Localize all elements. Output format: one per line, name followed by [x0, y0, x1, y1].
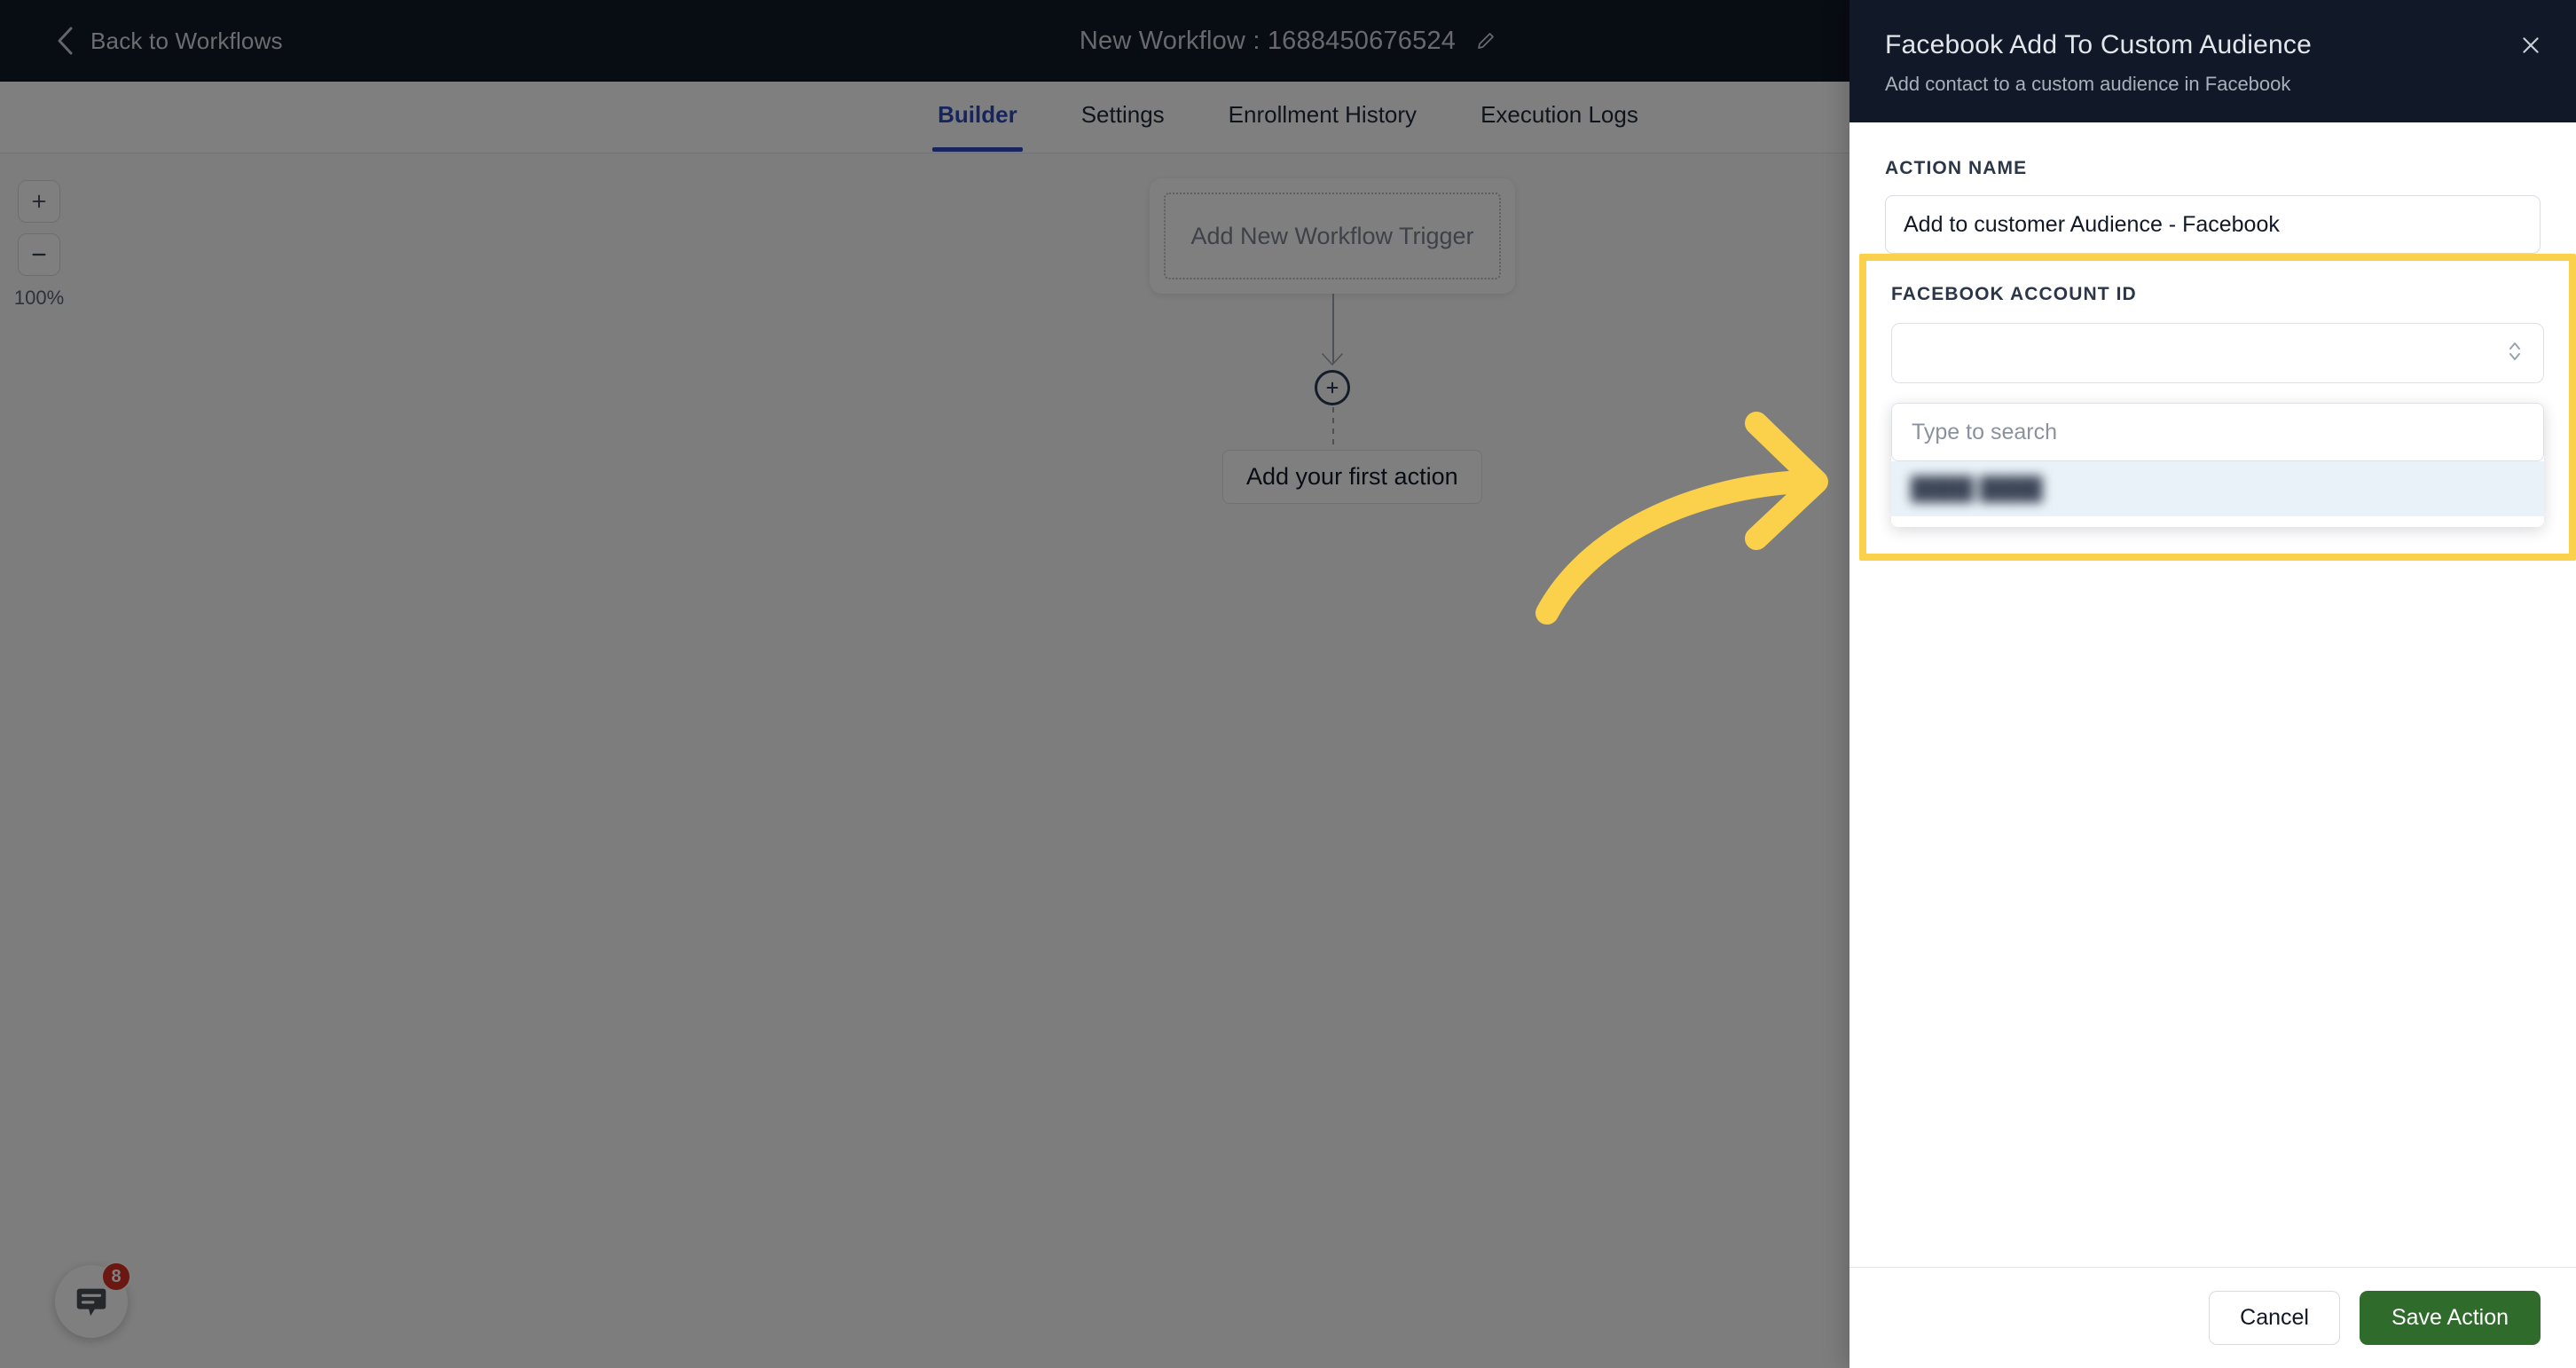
plus-circle-icon[interactable] — [1315, 370, 1350, 405]
panel-footer: Cancel Save Action — [1850, 1267, 2576, 1368]
zoom-controls: 100% — [12, 180, 66, 310]
zoom-out-button[interactable] — [18, 233, 60, 276]
tab-enrollment-history-label: Enrollment History — [1228, 101, 1418, 128]
zoom-level-label: 100% — [13, 287, 65, 309]
panel-title: Facebook Add To Custom Audience — [1885, 30, 2312, 59]
chat-widget-button[interactable]: 8 — [55, 1262, 131, 1338]
facebook-account-highlight: FACEBOOK ACCOUNT ID ████ ████ — [1859, 254, 2576, 561]
action-name-field-group: ACTION NAME — [1850, 122, 2576, 254]
facebook-account-dropdown: ████ ████ — [1891, 403, 2544, 527]
plus-icon — [29, 192, 49, 211]
tab-builder[interactable]: Builder — [932, 101, 1023, 152]
chat-unread-badge: 8 — [101, 1262, 131, 1292]
close-icon[interactable] — [2516, 30, 2546, 60]
workflow-flow: Add New Workflow Trigger Add your first … — [1150, 178, 1522, 504]
save-action-button[interactable]: Save Action — [2359, 1291, 2541, 1345]
action-config-panel: Facebook Add To Custom Audience Add cont… — [1850, 0, 2576, 1368]
tab-settings[interactable]: Settings — [1076, 101, 1170, 152]
action-name-input[interactable] — [1885, 195, 2541, 254]
workflow-title: New Workflow : 1688450676524 — [1079, 26, 1457, 55]
connector-arrow-icon — [1321, 352, 1344, 371]
cancel-button[interactable]: Cancel — [2209, 1291, 2340, 1345]
panel-subtitle: Add contact to a custom audience in Face… — [1885, 73, 2291, 95]
dropdown-footer-spacer — [1891, 516, 2544, 527]
panel-body: ACTION NAME FACEBOOK ACCOUNT ID — [1850, 122, 2576, 1267]
trigger-dropzone: Add New Workflow Trigger — [1164, 193, 1501, 279]
tab-enrollment-history[interactable]: Enrollment History — [1223, 101, 1422, 152]
facebook-account-select[interactable] — [1891, 323, 2544, 383]
chevron-left-icon — [55, 26, 75, 56]
tab-execution-logs[interactable]: Execution Logs — [1475, 101, 1644, 152]
tab-settings-label: Settings — [1080, 101, 1165, 128]
back-to-workflows-label: Back to Workflows — [90, 27, 283, 54]
add-first-action-label: Add your first action — [1246, 463, 1458, 490]
action-name-label: ACTION NAME — [1885, 158, 2028, 178]
minus-icon — [29, 245, 49, 264]
dropdown-search-input[interactable] — [1891, 403, 2544, 461]
pencil-icon[interactable] — [1475, 30, 1496, 51]
workflow-trigger-node[interactable]: Add New Workflow Trigger — [1150, 178, 1515, 294]
dropdown-option-item[interactable]: ████ ████ — [1891, 461, 2544, 516]
add-first-action-button[interactable]: Add your first action — [1222, 450, 1482, 504]
facebook-account-id-label: FACEBOOK ACCOUNT ID — [1891, 284, 2137, 304]
dropdown-option-label: ████ ████ — [1911, 476, 2043, 501]
panel-header: Facebook Add To Custom Audience Add cont… — [1850, 0, 2576, 122]
flow-dashed-connector — [1332, 407, 1334, 453]
tab-builder-label: Builder — [938, 101, 1017, 128]
chevron-up-down-icon — [2506, 338, 2524, 369]
zoom-in-button[interactable] — [18, 180, 60, 223]
screen-root: Back to Workflows New Workflow : 1688450… — [0, 0, 2576, 1368]
trigger-node-label: Add New Workflow Trigger — [1190, 222, 1474, 249]
tab-execution-logs-label: Execution Logs — [1480, 101, 1638, 128]
back-to-workflows-button[interactable]: Back to Workflows — [55, 26, 283, 56]
